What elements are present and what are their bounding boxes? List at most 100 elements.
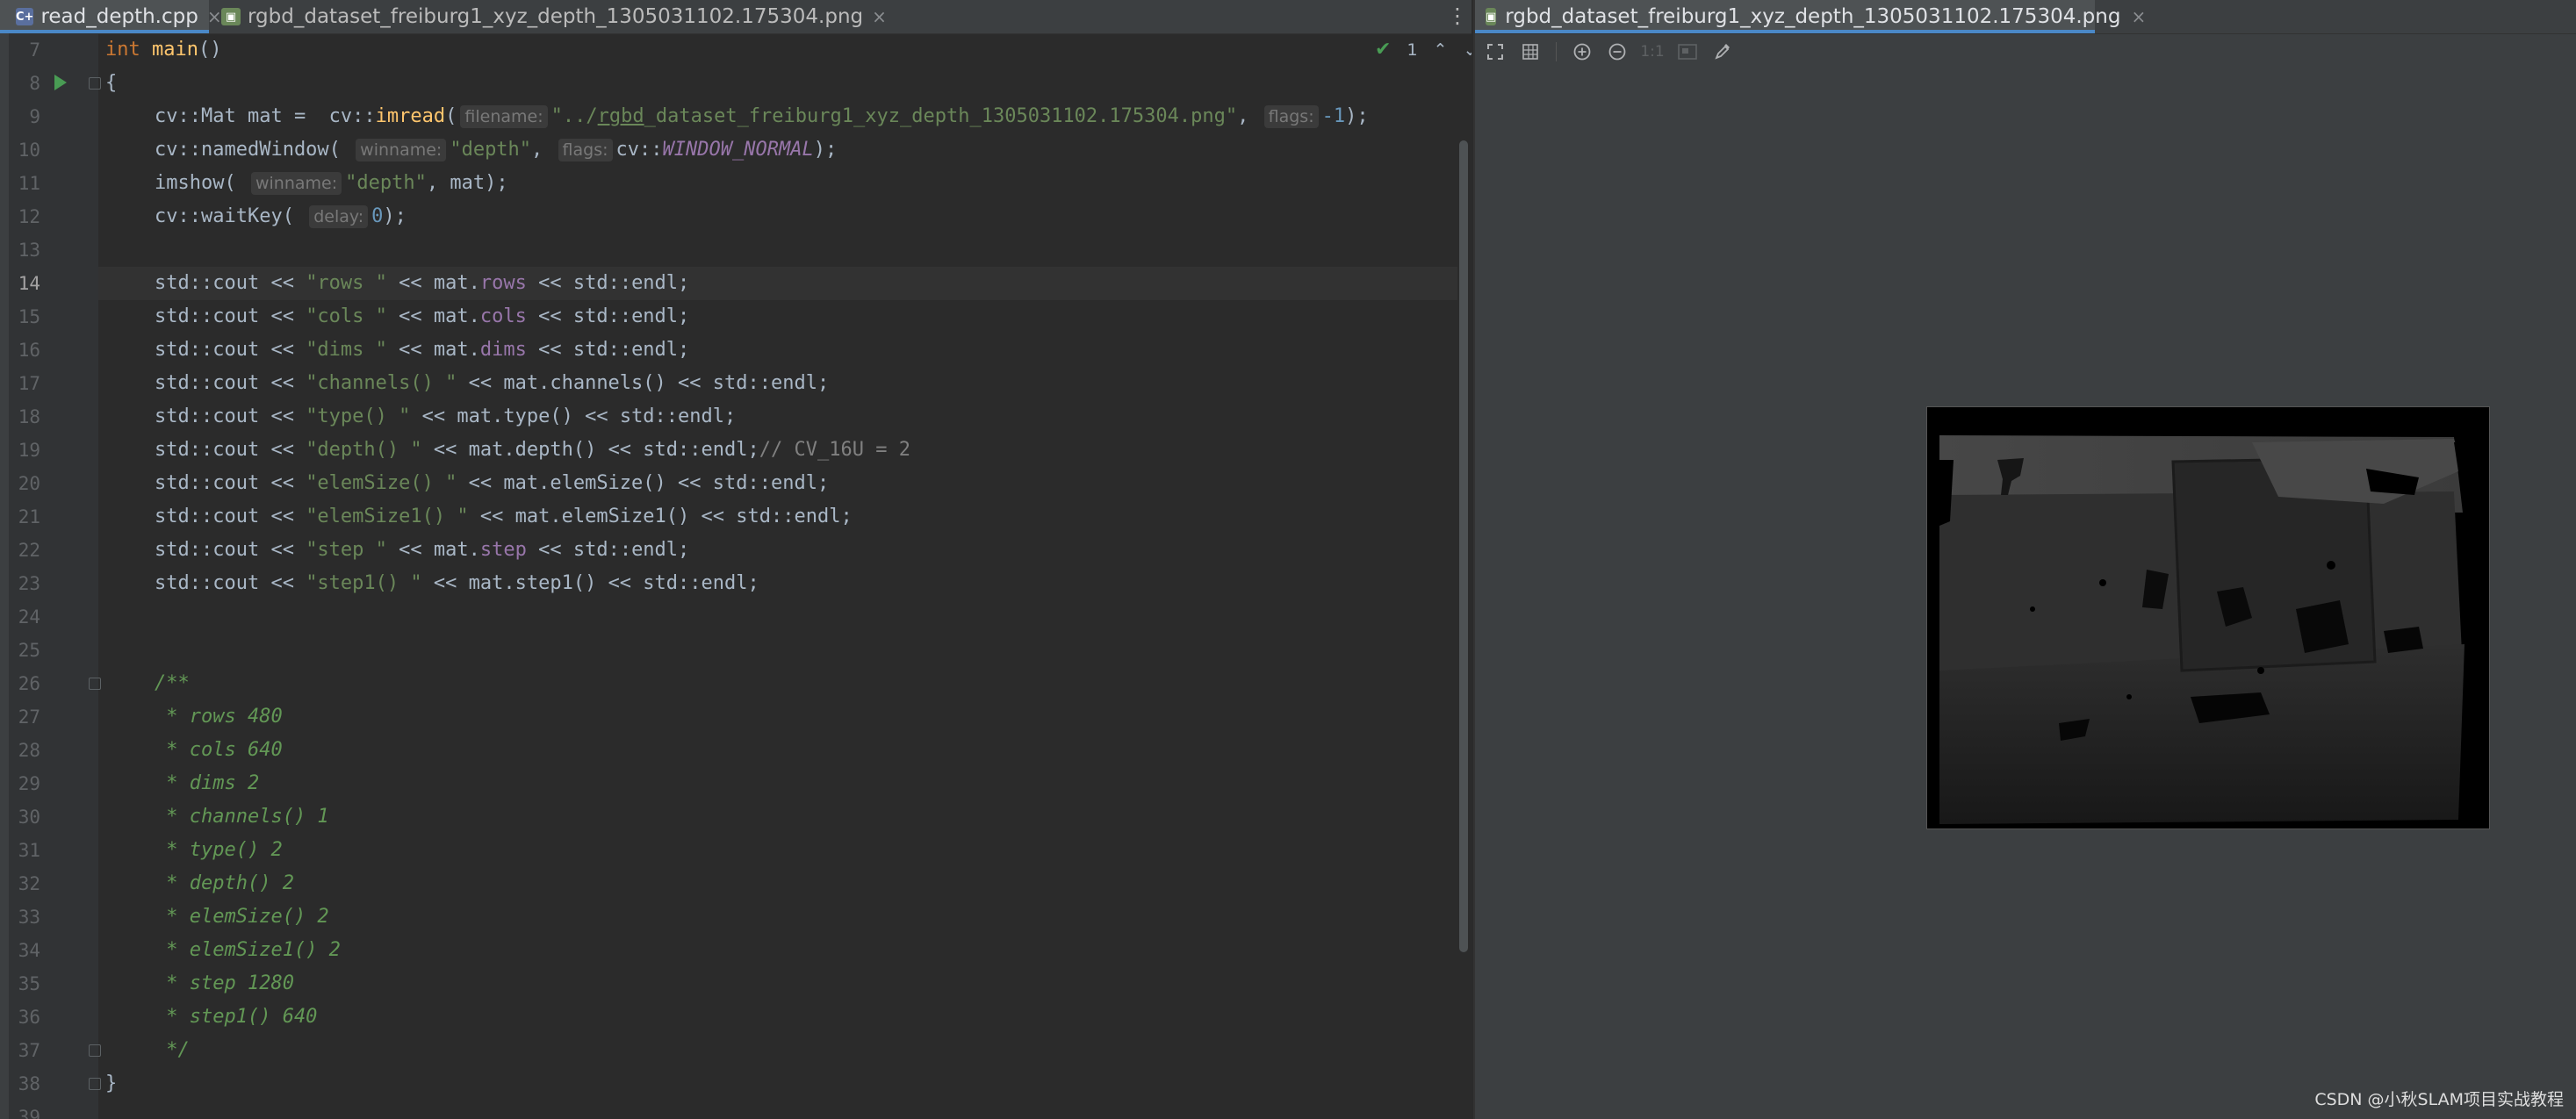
code-area[interactable]: int main() { cv::Mat mat = cv::imread(fi…	[105, 33, 1471, 1119]
line-number: 21	[18, 506, 40, 527]
line-number: 36	[18, 1007, 40, 1028]
tab-read-depth-cpp[interactable]: C+ read_depth.cpp ×	[0, 0, 222, 33]
image-toolbar: 1:1	[1484, 39, 1734, 65]
line-number: 7	[29, 39, 40, 61]
grid-icon[interactable]	[1519, 40, 1542, 63]
run-icon[interactable]	[54, 75, 67, 90]
fold-icon[interactable]	[89, 1078, 101, 1090]
tab-viewer-depth-png[interactable]: ▣ rgbd_dataset_freiburg1_xyz_depth_13050…	[1475, 0, 2146, 33]
code-line: cv::Mat mat = cv::imread(filename: "../rg…	[155, 100, 1369, 133]
line-number: 10	[18, 140, 40, 161]
code-token: );	[813, 139, 838, 161]
code-token: );	[383, 205, 407, 227]
line-number: 11	[18, 173, 40, 194]
code-token: << mat.elemSize() << std::endl;	[457, 472, 830, 494]
line-number: 39	[18, 1107, 40, 1119]
code-line: * dims 2	[155, 772, 260, 794]
code-token: "../	[550, 105, 598, 127]
close-icon[interactable]: ×	[872, 6, 887, 27]
code-line: int main()	[105, 33, 221, 67]
code-token: dims	[479, 339, 527, 361]
fold-icon[interactable]	[89, 1044, 101, 1057]
code-token: main	[152, 39, 198, 61]
code-line: std::cout << "depth() " << mat.depth() <…	[155, 434, 910, 467]
code-line: std::cout << "type() " << mat.type() << …	[155, 400, 736, 434]
code-token: std::cout <<	[155, 339, 306, 361]
zoom-in-icon[interactable]	[1571, 40, 1594, 63]
code-line: std::cout << "cols " << mat.cols << std:…	[155, 300, 689, 334]
code-token: << std::endl;	[526, 272, 690, 294]
line-number: 25	[18, 640, 40, 661]
code-token: << mat.step1() << std::endl;	[421, 572, 759, 594]
color-picker-icon[interactable]	[1711, 40, 1734, 63]
code-token: std::cout <<	[155, 506, 306, 527]
line-number: 23	[18, 573, 40, 594]
code-line: }	[105, 1072, 118, 1094]
code-line: std::cout << "step " << mat.step << std:…	[155, 534, 689, 567]
fold-icon[interactable]	[89, 77, 101, 90]
line-number: 17	[18, 373, 40, 394]
code-token: "depth() "	[306, 439, 422, 461]
tab-label: rgbd_dataset_freiburg1_xyz_depth_1305031…	[1505, 5, 2121, 28]
code-token: cv::waitKey(	[155, 205, 306, 227]
close-icon[interactable]: ×	[2131, 6, 2146, 27]
background-icon[interactable]	[1676, 40, 1699, 63]
code-token: << mat.type() << std::endl;	[410, 405, 737, 427]
line-number: 34	[18, 940, 40, 961]
code-line: * depth() 2	[155, 872, 294, 894]
code-line: /**	[155, 672, 190, 694]
line-number: 24	[18, 606, 40, 628]
code-token: << mat.depth() << std::endl;	[421, 439, 759, 461]
code-token: "step "	[306, 539, 387, 561]
code-token: "cols "	[306, 305, 387, 327]
line-number: 9	[29, 106, 40, 127]
code-token: ()	[198, 39, 222, 61]
code-token: std::cout <<	[155, 372, 306, 394]
actual-size-icon[interactable]: 1:1	[1640, 40, 1664, 63]
code-token: "depth"	[345, 172, 427, 194]
more-options-icon[interactable]: ⋮	[1447, 4, 1468, 28]
code-line: * elemSize() 2	[155, 906, 329, 928]
code-token: std::cout <<	[155, 572, 306, 594]
parameter-hint: flags:	[1263, 105, 1319, 128]
code-token: << mat.	[386, 305, 480, 327]
line-number: 37	[18, 1040, 40, 1061]
code-line: * step1() 640	[155, 1006, 318, 1028]
code-token: (	[445, 105, 457, 127]
code-line: {	[105, 72, 118, 94]
code-token: cols	[479, 305, 527, 327]
fold-icon[interactable]	[89, 678, 101, 690]
code-token: imshow(	[155, 172, 248, 194]
code-line: * channels() 1	[155, 806, 329, 828]
fit-to-window-icon[interactable]	[1484, 40, 1507, 63]
code-line: std::cout << "elemSize() " << mat.elemSi…	[155, 467, 829, 500]
code-token: int	[105, 39, 140, 61]
code-token: << mat.	[386, 339, 480, 361]
vertical-scrollbar[interactable]	[1459, 140, 1468, 952]
code-token: 0	[371, 205, 384, 227]
viewer-tab-bar: ▣ rgbd_dataset_freiburg1_xyz_depth_13050…	[1475, 0, 2576, 34]
line-number: 8	[29, 73, 40, 94]
code-token: cv::Mat mat = cv::	[155, 105, 376, 127]
line-number: 33	[18, 907, 40, 928]
png-file-icon: ▣	[1486, 8, 1497, 25]
code-token: _dataset_freiburg1_xyz_depth_1305031102.…	[644, 105, 1238, 127]
zoom-out-icon[interactable]	[1606, 40, 1629, 63]
parameter-hint: winname:	[356, 139, 447, 161]
toolbar-divider	[1556, 42, 1557, 61]
image-viewer-pane: ▣ rgbd_dataset_freiburg1_xyz_depth_13050…	[1473, 0, 2576, 1119]
code-token: << mat.channels() << std::endl;	[457, 372, 830, 394]
code-token: std::cout <<	[155, 439, 306, 461]
line-number: 14	[18, 273, 40, 294]
code-token: "rows "	[306, 272, 387, 294]
parameter-hint: flags:	[558, 139, 613, 161]
code-token: ,	[531, 139, 555, 161]
parameter-hint: delay:	[309, 205, 369, 228]
code-token: << mat.elemSize1() << std::endl;	[468, 506, 853, 527]
code-token: "channels() "	[306, 372, 457, 394]
tab-depth-png[interactable]: ▣ rgbd_dataset_freiburg1_xyz_depth_13050…	[211, 0, 887, 33]
parameter-hint: winname:	[250, 172, 342, 195]
code-token: << mat.	[386, 539, 480, 561]
code-token: WINDOW_NORMAL	[662, 139, 814, 161]
code-token: step	[479, 539, 527, 561]
